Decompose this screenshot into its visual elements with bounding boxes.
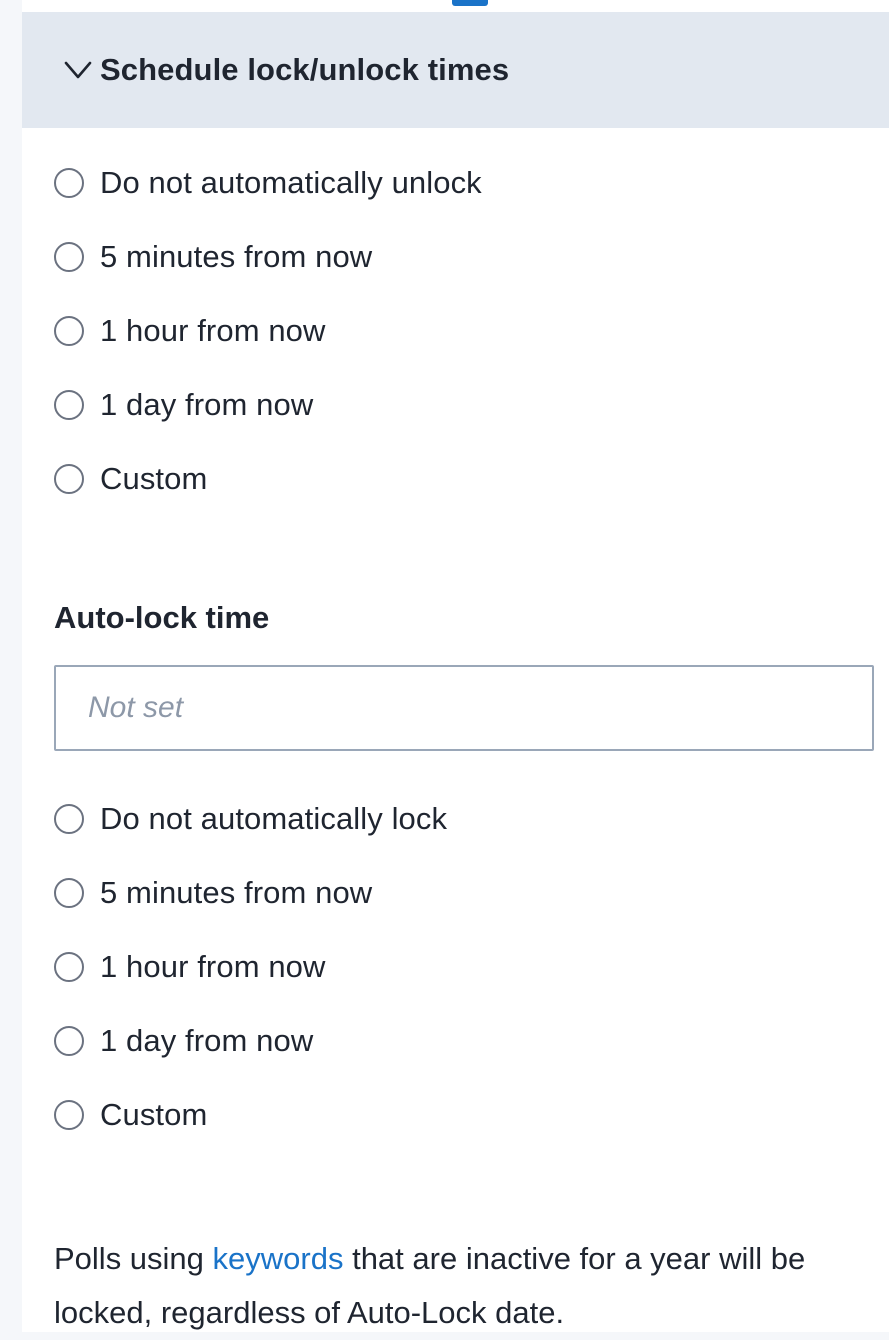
lock-option-custom[interactable]: Custom — [54, 1078, 447, 1152]
lock-option-none[interactable]: Do not automatically lock — [54, 782, 447, 856]
radio-button[interactable] — [54, 1026, 84, 1056]
unlock-option-1-hour[interactable]: 1 hour from now — [54, 294, 482, 368]
radio-label: 5 minutes from now — [100, 239, 373, 274]
inactive-polls-note: Polls using keywords that are inactive f… — [54, 1232, 884, 1340]
unlock-option-1-day[interactable]: 1 day from now — [54, 368, 482, 442]
lock-option-1-hour[interactable]: 1 hour from now — [54, 930, 447, 1004]
unlock-option-5-minutes[interactable]: 5 minutes from now — [54, 220, 482, 294]
unlock-options: Do not automatically unlock 5 minutes fr… — [54, 146, 482, 516]
schedule-section-header[interactable]: Schedule lock/unlock times — [22, 12, 889, 128]
radio-label: 1 hour from now — [100, 313, 326, 348]
keywords-link[interactable]: keywords — [213, 1241, 344, 1276]
poll-settings-panel: Schedule lock/unlock times Do not automa… — [22, 0, 889, 1332]
radio-label: 1 day from now — [100, 387, 314, 422]
radio-label: 1 hour from now — [100, 949, 326, 984]
radio-label: Custom — [100, 1097, 208, 1132]
chevron-down-icon — [58, 50, 98, 90]
radio-button[interactable] — [54, 168, 84, 198]
radio-button[interactable] — [54, 464, 84, 494]
radio-button[interactable] — [54, 1100, 84, 1130]
lock-option-5-minutes[interactable]: 5 minutes from now — [54, 856, 447, 930]
radio-button[interactable] — [54, 390, 84, 420]
unlock-option-custom[interactable]: Custom — [54, 442, 482, 516]
radio-label: 5 minutes from now — [100, 875, 373, 910]
radio-button[interactable] — [54, 316, 84, 346]
lock-option-1-day[interactable]: 1 day from now — [54, 1004, 447, 1078]
top-accent-mark — [452, 0, 488, 6]
autolock-time-input[interactable] — [54, 665, 874, 751]
note-prefix: Polls using — [54, 1241, 213, 1276]
radio-label: 1 day from now — [100, 1023, 314, 1058]
radio-label: Do not automatically lock — [100, 801, 448, 836]
radio-button[interactable] — [54, 878, 84, 908]
radio-button[interactable] — [54, 952, 84, 982]
radio-button[interactable] — [54, 804, 84, 834]
radio-label: Custom — [100, 461, 208, 496]
radio-label: Do not automatically unlock — [100, 165, 482, 200]
top-strip — [22, 0, 889, 12]
lock-options: Do not automatically lock 5 minutes from… — [54, 782, 447, 1152]
autolock-label: Auto-lock time — [54, 600, 270, 635]
unlock-option-none[interactable]: Do not automatically unlock — [54, 146, 482, 220]
section-title: Schedule lock/unlock times — [100, 52, 510, 87]
radio-button[interactable] — [54, 242, 84, 272]
